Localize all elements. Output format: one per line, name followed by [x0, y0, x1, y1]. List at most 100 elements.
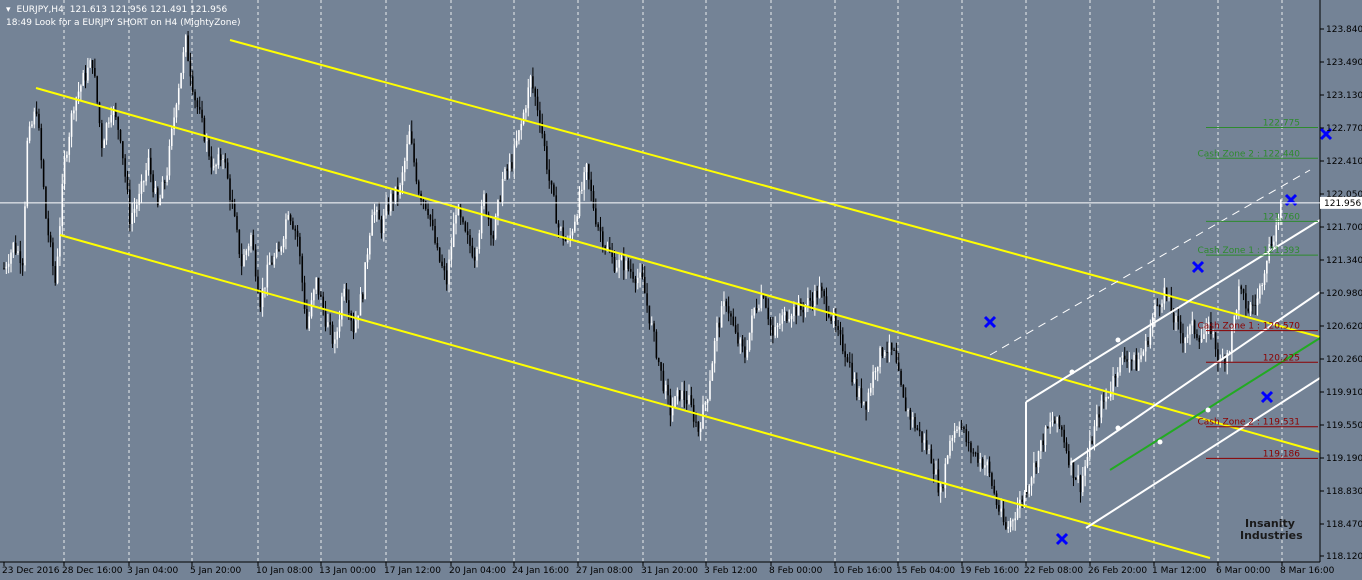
- candle-body: [1240, 286, 1243, 290]
- candle-body: [336, 331, 338, 340]
- candle-body: [932, 463, 935, 475]
- price-axis: 123.840123.490123.130122.770122.410122.0…: [1319, 0, 1362, 562]
- candle-body: [823, 290, 825, 297]
- candle-body: [476, 248, 478, 261]
- candle-body: [890, 342, 893, 350]
- candle-body: [369, 235, 371, 255]
- candle-body: [993, 485, 996, 494]
- candle-body: [145, 170, 147, 182]
- candle-body: [56, 256, 59, 283]
- candle-body: [960, 426, 963, 428]
- candle-body: [1026, 492, 1028, 494]
- candle-body: [17, 251, 19, 254]
- candle-body: [548, 169, 551, 181]
- y-tick-label: 121.700: [1326, 223, 1362, 233]
- candle-body: [648, 305, 651, 324]
- candle-body: [392, 193, 394, 201]
- candle-body: [1119, 357, 1121, 373]
- candle-body: [981, 459, 984, 468]
- candle-body: [61, 183, 64, 227]
- level-label: Cash Zone 2 : 119.531: [1197, 418, 1300, 428]
- x-tick-label: 26 Feb 20:00: [1088, 566, 1147, 576]
- candle-body: [233, 203, 236, 217]
- y-tick-label: 122.770: [1326, 124, 1362, 134]
- candle-body: [250, 235, 252, 247]
- candle-body: [103, 140, 105, 149]
- candle-body: [718, 322, 721, 328]
- candle-body: [1191, 320, 1194, 326]
- candle-body: [1016, 508, 1019, 519]
- candle-body: [821, 286, 823, 291]
- candle-body: [436, 243, 439, 248]
- candle-body: [888, 342, 891, 353]
- anchor-point: [1115, 425, 1121, 431]
- x-tick-label: 8 Mar 16:00: [1280, 566, 1335, 576]
- candle-body: [739, 339, 742, 344]
- candle-body: [1084, 466, 1086, 476]
- x-tick-label: 6 Mar 00:00: [1216, 566, 1271, 576]
- candle-body: [3, 268, 5, 270]
- x-tick-label: 24 Jan 16:00: [512, 566, 569, 576]
- candle-body: [1214, 332, 1217, 350]
- candle-body: [282, 238, 285, 248]
- candle-body: [567, 240, 569, 242]
- candle-body: [734, 325, 737, 333]
- candle-body: [615, 267, 618, 272]
- price-chart[interactable]: 122.775 Cash Zone 2 : 122.440 121.760 Cash …: [0, 0, 1362, 580]
- candle-body: [180, 73, 182, 89]
- candle-body: [560, 227, 562, 229]
- candle-body: [1075, 478, 1077, 480]
- x-tick-label: 13 Jan 00:00: [319, 566, 376, 576]
- triangle-down-icon[interactable]: ▾: [6, 4, 11, 17]
- candle-body: [1021, 499, 1024, 503]
- candle-body: [35, 111, 38, 114]
- candle-body: [38, 113, 40, 129]
- candle-body: [1266, 260, 1268, 274]
- candle-body: [1033, 462, 1035, 478]
- y-tick-label: 119.910: [1326, 388, 1362, 398]
- candle-body: [108, 122, 110, 124]
- candle-body: [1014, 518, 1017, 521]
- candle-body: [643, 276, 646, 294]
- candle-body: [131, 212, 133, 225]
- candle-body: [1035, 462, 1037, 468]
- candle-body: [697, 421, 700, 432]
- candle-body: [1037, 451, 1040, 468]
- candle-body: [1177, 315, 1180, 322]
- candle-body: [1261, 285, 1263, 287]
- candle-body: [508, 162, 511, 171]
- candle-body: [1158, 305, 1161, 308]
- candle-body: [1256, 298, 1259, 306]
- candle-body: [900, 370, 902, 385]
- candle-body: [1091, 440, 1093, 444]
- candle-body: [991, 473, 993, 486]
- candle-body: [378, 209, 380, 220]
- candle-body: [133, 208, 136, 213]
- candle-body: [671, 407, 674, 416]
- candle-body: [19, 251, 22, 264]
- candle-body: [329, 322, 331, 325]
- candle-body: [1254, 304, 1257, 306]
- anchor-point: [1069, 369, 1075, 375]
- candle-body: [918, 429, 921, 432]
- candle-body: [254, 249, 257, 277]
- y-tick-label: 118.120: [1326, 552, 1362, 562]
- candle-body: [825, 296, 828, 313]
- candle-body: [219, 154, 222, 161]
- candle-body: [226, 162, 229, 179]
- candle-body: [205, 139, 208, 142]
- candle-body: [136, 204, 138, 209]
- candle-body: [1135, 354, 1138, 371]
- candle-body: [371, 215, 373, 236]
- candle-body: [629, 268, 632, 272]
- candle-body: [208, 139, 210, 157]
- candle-body: [224, 158, 227, 163]
- candle-body: [795, 306, 797, 316]
- anchor-point: [1115, 337, 1121, 343]
- candle-body: [117, 117, 119, 130]
- candle-body: [462, 217, 464, 223]
- candle-body: [592, 191, 595, 209]
- candle-body: [315, 277, 318, 290]
- candle-body: [704, 402, 707, 405]
- candle-body: [80, 85, 82, 92]
